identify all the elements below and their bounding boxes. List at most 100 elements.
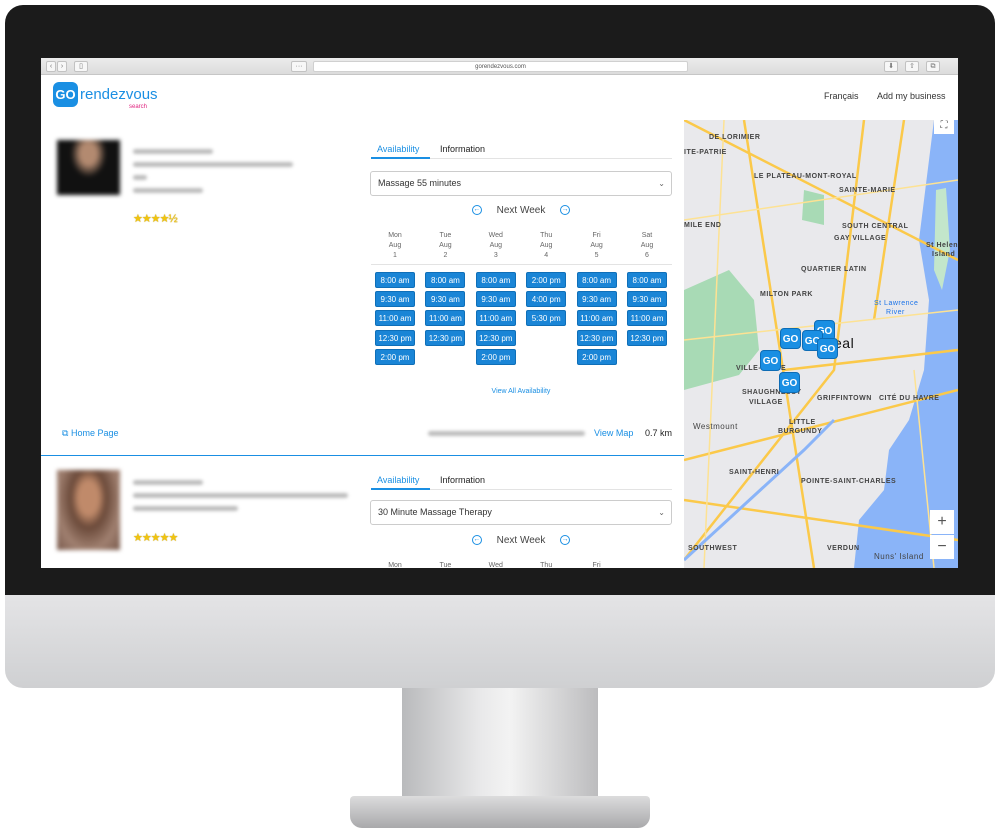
day-header: Mon Aug 1 — [370, 231, 420, 261]
next-week-icon[interactable]: → — [560, 535, 571, 546]
time-slot-button[interactable]: 11:00 am — [375, 310, 415, 327]
logo-word[interactable]: rendezvous — [80, 86, 158, 103]
time-slot-button[interactable]: 12:30 pm — [375, 329, 415, 346]
go-map-marker[interactable]: GO — [817, 338, 838, 359]
time-slot-button[interactable]: 9:30 am — [475, 291, 516, 308]
day-month: Aug — [489, 242, 503, 249]
day-month: Aug — [388, 242, 402, 249]
map-label: GAY VILLAGE — [834, 235, 887, 242]
forward-button[interactable]: › — [57, 61, 67, 72]
provider-name[interactable] — [133, 149, 213, 154]
monitor-chin — [5, 595, 995, 688]
day-header: Sat Aug 6 — [622, 231, 672, 261]
map-label: VILLAGE — [749, 399, 783, 406]
prev-week-icon[interactable]: ← — [471, 535, 482, 546]
time-slot-button[interactable]: 8:00 am — [475, 272, 516, 288]
time-slot-button[interactable]: 12:30 pm — [576, 329, 617, 346]
time-slot-button[interactable]: 2:00 pm — [576, 348, 617, 365]
browser-toolbar: ‹ › ▯ ··· gorendezvous.com ⬇ ⇧ ⧉ — [41, 58, 958, 75]
time-slot-button[interactable]: 12:30 pm — [627, 329, 667, 346]
time-slot-button[interactable]: 12:30 pm — [425, 329, 466, 346]
day-dow: Mon — [388, 562, 402, 568]
logo-sub: search — [129, 104, 148, 110]
day-header: Thu — [521, 561, 571, 568]
day-header: Wed — [471, 561, 521, 568]
zoom-in-button[interactable]: + — [930, 510, 954, 534]
day-header: Fri — [572, 561, 622, 568]
view-all-availability-link[interactable]: View All Availability — [441, 388, 601, 395]
back-button[interactable]: ‹ — [46, 61, 56, 72]
time-slot-button[interactable]: 4:00 pm — [526, 291, 567, 308]
provider-name[interactable] — [133, 480, 203, 485]
day-dow: Sat — [641, 232, 653, 239]
map-label: St Helen's — [926, 242, 958, 249]
zoom-out-button[interactable]: − — [930, 535, 954, 559]
time-slot-button[interactable]: 9:30 am — [425, 291, 466, 308]
time-slot-button[interactable]: 2:00 pm — [375, 348, 415, 365]
address-bar[interactable]: gorendezvous.com — [313, 61, 688, 72]
service-select[interactable]: 30 Minute Massage Therapy ⌄ — [370, 500, 672, 525]
view-map-link[interactable]: View Map — [594, 428, 633, 438]
share-icon[interactable]: ⇧ — [905, 61, 919, 72]
time-slot-button[interactable]: 12:30 pm — [475, 329, 516, 346]
logo-mark[interactable]: GO — [53, 82, 78, 107]
nav-add-business[interactable]: Add my business — [877, 91, 946, 101]
time-slot-button[interactable]: 11:00 am — [627, 310, 667, 327]
time-slot-button[interactable]: 2:00 pm — [526, 272, 567, 288]
time-slot-button[interactable]: 11:00 am — [475, 310, 516, 327]
tab-availability[interactable]: Availability — [377, 144, 419, 154]
time-slot-button[interactable]: 11:00 am — [425, 310, 466, 327]
day-dow: Fri — [592, 562, 601, 568]
time-slot-button[interactable]: 8:00 am — [375, 272, 415, 288]
map[interactable]: DE LORIMIER ITE-PATRIE LE PLATEAU-MONT-ROY… — [684, 120, 958, 568]
day-day: 4 — [544, 252, 549, 259]
next-week-icon[interactable]: → — [560, 205, 571, 216]
time-slot-button[interactable]: 5:30 pm — [526, 310, 567, 327]
time-slot-button[interactable]: 8:00 am — [425, 272, 466, 288]
day-day: 1 — [393, 252, 397, 259]
tab-availability[interactable]: Availability — [377, 475, 419, 485]
service-select-value: 30 Minute Massage Therapy — [378, 507, 492, 517]
tab-information[interactable]: Information — [440, 144, 485, 154]
time-slot-button[interactable]: 8:00 am — [576, 272, 617, 288]
time-slot-button[interactable]: 9:30 am — [576, 291, 617, 308]
time-slot-button[interactable]: 9:30 am — [375, 291, 415, 308]
tab-active-indicator — [371, 488, 430, 490]
map-label: CITÉ DU HAVRE — [879, 395, 940, 402]
time-slot-button[interactable]: 11:00 am — [576, 310, 617, 327]
map-label: ITE-PATRIE — [684, 149, 727, 156]
time-slot-button[interactable]: 2:00 pm — [475, 348, 516, 365]
service-select[interactable]: Massage 55 minutes ⌄ — [370, 171, 672, 196]
provider-photo[interactable] — [57, 470, 120, 550]
tab-active-indicator — [371, 157, 430, 159]
week-label: Next Week — [496, 535, 546, 546]
provider-address — [428, 431, 585, 436]
day-dow: Wed — [488, 562, 503, 568]
new-tab-icon[interactable]: ⧉ — [926, 61, 940, 72]
home-page-link[interactable]: ⧉ Home Page — [62, 428, 118, 439]
fullscreen-icon[interactable]: ⛶ — [934, 120, 954, 134]
go-map-marker[interactable]: GO — [779, 372, 800, 393]
day-header: Tue Aug 2 — [420, 231, 470, 261]
tabs-overview-icon[interactable]: ··· — [291, 61, 307, 72]
service-select-value: Massage 55 minutes — [378, 178, 462, 188]
go-map-marker[interactable]: GO — [760, 350, 781, 371]
prev-week-icon[interactable]: ← — [471, 205, 482, 216]
rating-stars: ★★★★½ — [133, 213, 178, 225]
screen: ‹ › ▯ ··· gorendezvous.com ⬇ ⇧ ⧉ GO rend… — [41, 58, 958, 568]
day-month: Aug — [439, 242, 452, 249]
go-map-marker[interactable]: GO — [780, 328, 801, 349]
map-label: River — [886, 309, 905, 316]
provider-title — [133, 493, 348, 498]
provider-info — [133, 506, 238, 511]
download-icon[interactable]: ⬇ — [884, 61, 898, 72]
nav-language[interactable]: Français — [824, 91, 859, 101]
time-slot-button[interactable]: 8:00 am — [627, 272, 667, 288]
provider-photo[interactable] — [57, 140, 120, 195]
time-slot-button[interactable]: 9:30 am — [627, 291, 667, 308]
sidebar-icon[interactable]: ▯ — [74, 61, 88, 72]
day-dow: Wed — [488, 232, 503, 239]
tab-information[interactable]: Information — [440, 475, 485, 485]
week-nav: ← Next Week → — [441, 535, 601, 546]
day-header: Fri Aug 5 — [572, 231, 622, 261]
